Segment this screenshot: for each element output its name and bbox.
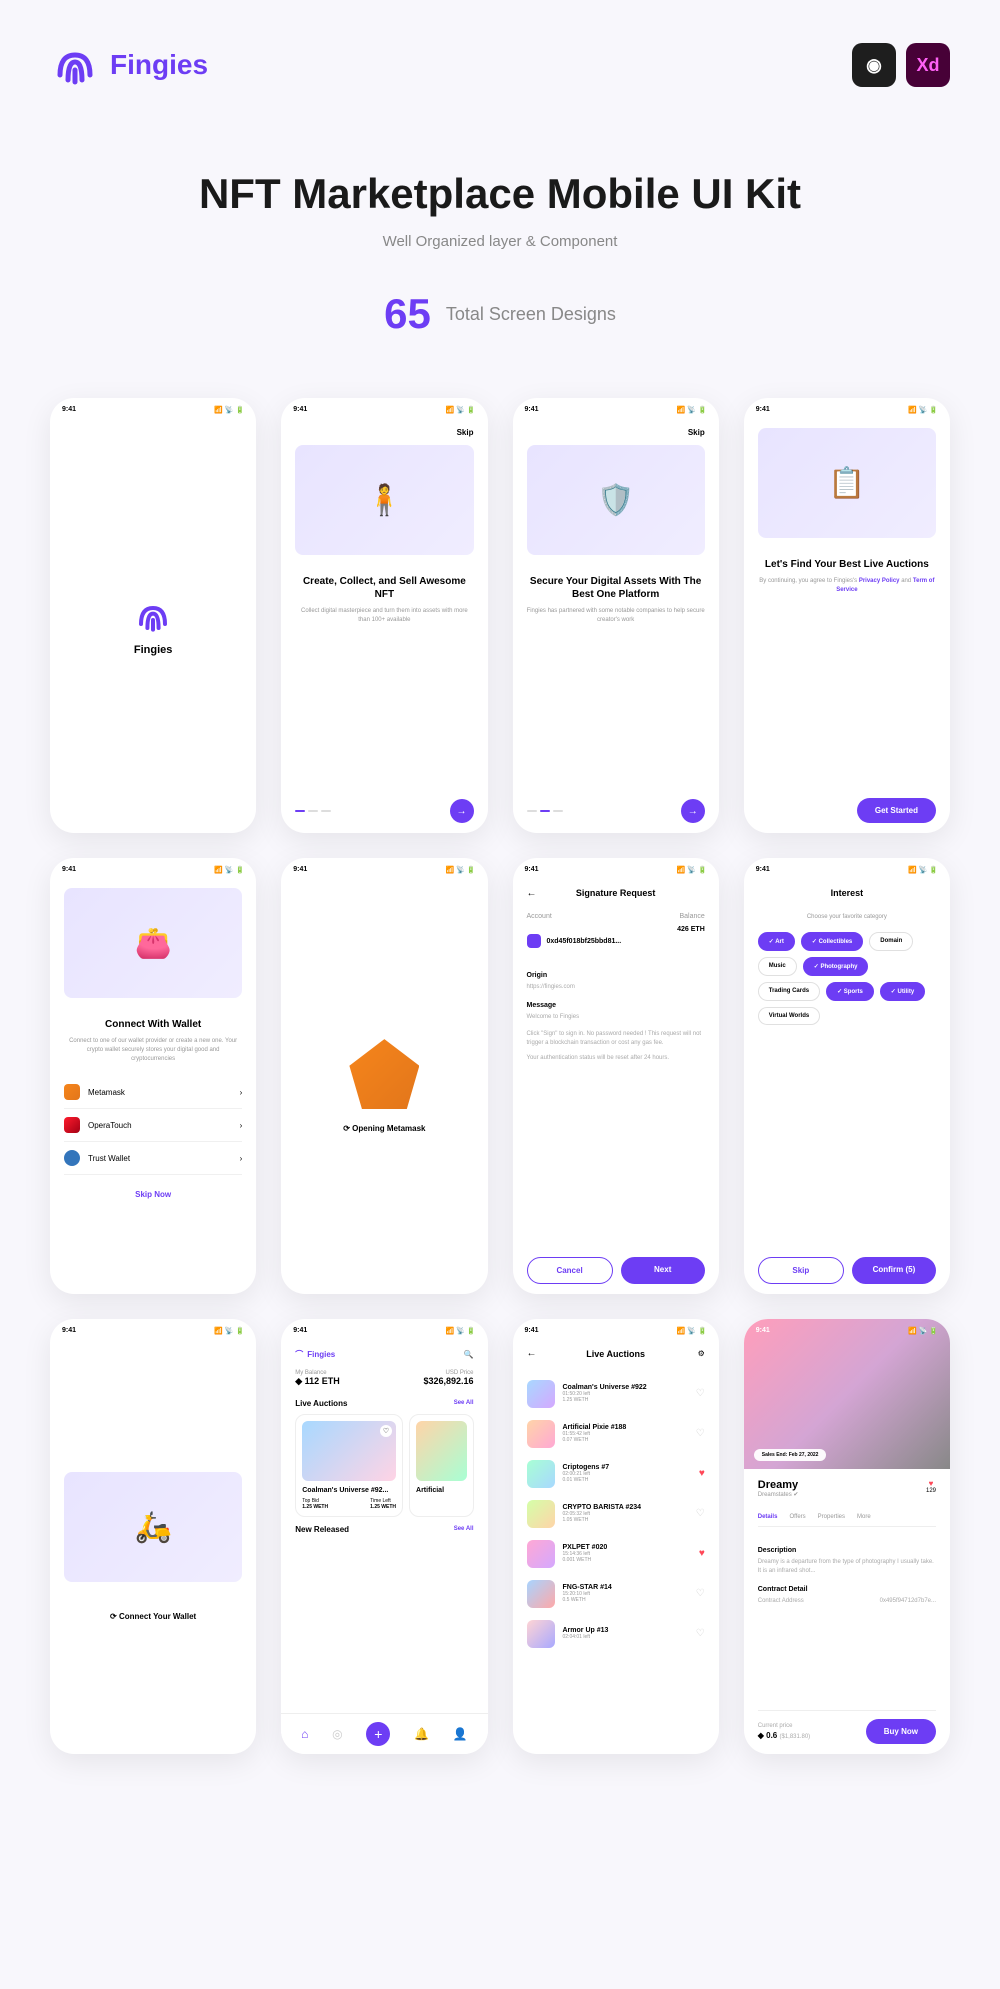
screen-connect-prompt: 9:41📶 📡 🔋 🛵 ⟳ Connect Your Wallet [50,1319,256,1754]
wallet-illustration: 👛 [64,888,242,998]
next-button[interactable]: → [681,799,705,823]
nft-thumbnail [527,1420,555,1448]
auction-list-item[interactable]: FNG-STAR #1415:20:10 left0.5 WETH♡ [527,1574,705,1614]
tab-details[interactable]: Details [758,1514,778,1520]
wallet-option-metamask[interactable]: Metamask› [64,1076,242,1109]
auction-list-item[interactable]: PXLPET #02015:14:36 left0.001 WETH♥ [527,1534,705,1574]
auction-card[interactable]: ♡ Coalman's Universe #92... Top Bid1.25 … [295,1414,403,1517]
category-chip[interactable]: Trading Cards [758,982,820,1001]
nft-thumbnail [527,1580,555,1608]
screen-onboard-3: 9:41📶 📡 🔋 📋 Let's Find Your Best Live Au… [744,398,950,833]
onboard-illustration: 📋 [758,428,936,538]
category-chip[interactable]: Music [758,957,797,976]
favorite-icon[interactable]: ♡ [696,1508,705,1519]
nft-thumbnail [527,1620,555,1648]
nav-explore-icon[interactable]: ◎ [332,1727,342,1741]
next-button[interactable]: Next [621,1257,705,1284]
favorite-icon[interactable]: ♥ [699,1548,705,1559]
hero-title: NFT Marketplace Mobile UI Kit [50,170,950,218]
brand-name: Fingies [110,49,208,81]
wallet-option-trust[interactable]: Trust Wallet› [64,1142,242,1175]
screen-opening-metamask: 9:41📶 📡 🔋 ⟳ Opening Metamask [281,858,487,1293]
cancel-button[interactable]: Cancel [527,1257,613,1284]
category-chip[interactable]: Domain [869,932,913,951]
auction-list-item[interactable]: Armor Up #1302:04:01 left♡ [527,1614,705,1654]
auction-list-item[interactable]: CRYPTO BARISTA #23402:05:32 left1.05 WET… [527,1494,705,1534]
category-chip[interactable]: ✓ Photography [803,957,869,976]
auction-list-item[interactable]: Criptogens #702:00:21 left0.01 WETH♥ [527,1454,705,1494]
brand-logo: Fingies [50,40,208,90]
metamask-logo [349,1039,419,1109]
nft-thumbnail [527,1380,555,1408]
favorite-icon[interactable]: ♡ [696,1588,705,1599]
tab-offers[interactable]: Offers [789,1514,805,1520]
account-icon [527,934,541,948]
search-icon[interactable]: 🔍 [464,1350,474,1359]
nav-add-button[interactable]: + [366,1722,390,1746]
favorite-icon[interactable]: ♡ [696,1388,705,1399]
filter-icon[interactable]: ⚙ [698,1349,705,1358]
nft-thumbnail [527,1540,555,1568]
nft-thumbnail [527,1500,555,1528]
scooter-illustration: 🛵 [64,1472,242,1582]
favorite-icon[interactable]: ♥ [699,1468,705,1479]
favorite-icon[interactable]: ♡ [696,1628,705,1639]
nft-thumbnail [527,1460,555,1488]
screen-onboard-2: 9:41📶 📡 🔋 Skip 🛡️ Secure Your Digital As… [513,398,719,833]
see-all-link[interactable]: See All [454,1400,474,1406]
screen-onboard-1: 9:41📶 📡 🔋 Skip 🧍 Create, Collect, and Se… [281,398,487,833]
trustwallet-icon [64,1150,80,1166]
tab-properties[interactable]: Properties [818,1514,845,1520]
screen-count-label: Total Screen Designs [446,304,616,325]
auction-list-item[interactable]: Artificial Pixie #18801:55:42 left0.07 W… [527,1414,705,1454]
skip-button[interactable]: Skip [295,428,473,437]
screen-splash: 9:41📶 📡 🔋 Fingies [50,398,256,833]
screen-nft-detail: 9:41📶 📡 🔋 Sales End: Feb 27, 2022 Dreamy… [744,1319,950,1754]
next-button[interactable]: → [450,799,474,823]
see-all-link[interactable]: See All [454,1526,474,1532]
favorite-icon[interactable]: ♡ [696,1428,705,1439]
back-button[interactable]: ← [527,888,537,899]
screen-count: 65 [384,290,431,338]
onboard-illustration: 🛡️ [527,445,705,555]
hero-subtitle: Well Organized layer & Component [50,233,950,250]
fingerprint-icon [133,596,173,636]
confirm-button[interactable]: Confirm (5) [852,1257,936,1284]
auction-card[interactable]: Artificial [409,1414,473,1517]
category-chip[interactable]: ✓ Collectibles [801,932,863,951]
screen-home: 9:41📶 📡 🔋 ⌒ Fingies🔍 My Balance◆ 112 ETH… [281,1319,487,1754]
buy-now-button[interactable]: Buy Now [866,1719,936,1744]
figma-icon: ◉ [852,43,896,87]
onboard-illustration: 🧍 [295,445,473,555]
privacy-link[interactable]: Privacy Policy [859,578,900,584]
screen-interest: 9:41📶 📡 🔋 Interest Choose your favorite … [744,858,950,1293]
category-chip[interactable]: Virtual Worlds [758,1007,820,1025]
xd-icon: Xd [906,43,950,87]
auction-list-item[interactable]: Coalman's Universe #92201:50:20 left1.25… [527,1374,705,1414]
nft-image: Sales End: Feb 27, 2022 [744,1319,950,1469]
wallet-option-opera[interactable]: OperaTouch› [64,1109,242,1142]
screen-live-auctions: 9:41📶 📡 🔋 ←Live Auctions⚙ Coalman's Univ… [513,1319,719,1754]
metamask-icon [64,1084,80,1100]
nav-profile-icon[interactable]: 👤 [453,1727,468,1741]
category-chip[interactable]: ✓ Art [758,932,795,951]
fingerprint-icon [50,40,100,90]
nav-notifications-icon[interactable]: 🔔 [414,1727,429,1741]
skip-button[interactable]: Skip [527,428,705,437]
home-logo: ⌒ Fingies [295,1349,335,1360]
skip-now-button[interactable]: Skip Now [64,1190,242,1199]
skip-button[interactable]: Skip [758,1257,844,1284]
opera-icon [64,1117,80,1133]
favorite-icon[interactable]: ♡ [380,1425,392,1437]
category-chip[interactable]: ✓ Utility [880,982,925,1001]
screen-connect-wallet: 9:41📶 📡 🔋 👛 Connect With Wallet Connect … [50,858,256,1293]
category-chip[interactable]: ✓ Sports [826,982,874,1001]
back-button[interactable]: ← [527,1348,537,1359]
nav-home-icon[interactable]: ⌂ [301,1727,308,1741]
screen-signature-request: 9:41📶 📡 🔋 ←Signature Request AccountBala… [513,858,719,1293]
get-started-button[interactable]: Get Started [857,798,936,823]
tab-more[interactable]: More [857,1514,871,1520]
